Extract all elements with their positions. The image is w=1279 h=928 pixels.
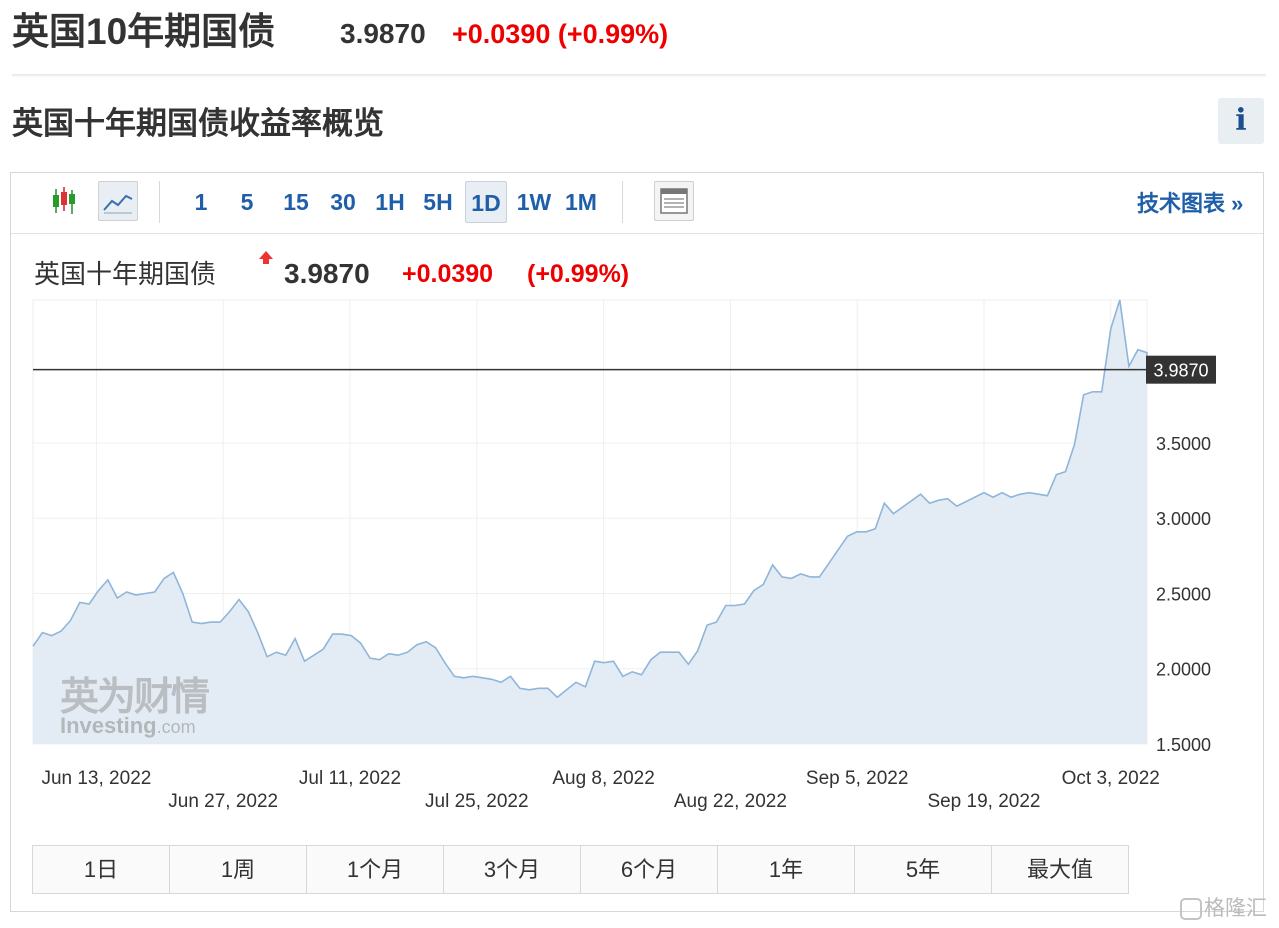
- x-tick-label: Jun 27, 2022: [168, 791, 278, 812]
- watermark-en-text: Investing: [60, 713, 157, 738]
- y-tick-label: 1.5000: [1156, 735, 1211, 755]
- gelonghui-text: 格隆汇: [1204, 897, 1267, 920]
- gelonghui-badge: 格隆汇: [1180, 893, 1276, 925]
- range-6m-button[interactable]: 6个月: [581, 846, 718, 893]
- range-1y-button[interactable]: 1年: [718, 846, 855, 893]
- y-tick-label: 2.0000: [1156, 660, 1211, 680]
- investing-watermark-en: Investing.com: [60, 712, 196, 741]
- range-1m-button[interactable]: 1个月: [307, 846, 444, 893]
- range-max-button[interactable]: 最大值: [992, 846, 1128, 893]
- y-tick-label: 3.0000: [1156, 509, 1211, 529]
- current-price-label: 3.9870: [1153, 361, 1208, 381]
- range-5y-button[interactable]: 5年: [855, 846, 992, 893]
- range-3m-button[interactable]: 3个月: [444, 846, 581, 893]
- x-tick-label: Jun 13, 2022: [41, 768, 151, 789]
- gelonghui-logo-icon: [1180, 898, 1202, 921]
- x-tick-label: Oct 3, 2022: [1062, 768, 1160, 789]
- watermark-en-suffix: .com: [156, 717, 196, 737]
- y-tick-label: 2.5000: [1156, 584, 1211, 604]
- x-tick-label: Aug 8, 2022: [552, 768, 654, 789]
- x-tick-label: Aug 22, 2022: [674, 791, 787, 812]
- x-tick-label: Jul 25, 2022: [425, 791, 529, 812]
- yield-chart[interactable]: 3.9870 1.5000 2.0000 2.5000 3.0000 3.5000 Ju…: [0, 0, 1279, 928]
- y-tick-label: 3.5000: [1156, 434, 1211, 454]
- x-tick-label: Jul 11, 2022: [299, 768, 401, 789]
- range-1w-button[interactable]: 1周: [170, 846, 307, 893]
- x-tick-label: Sep 5, 2022: [806, 768, 908, 789]
- x-tick-label: Sep 19, 2022: [927, 791, 1040, 812]
- range-1d-button[interactable]: 1日: [33, 846, 170, 893]
